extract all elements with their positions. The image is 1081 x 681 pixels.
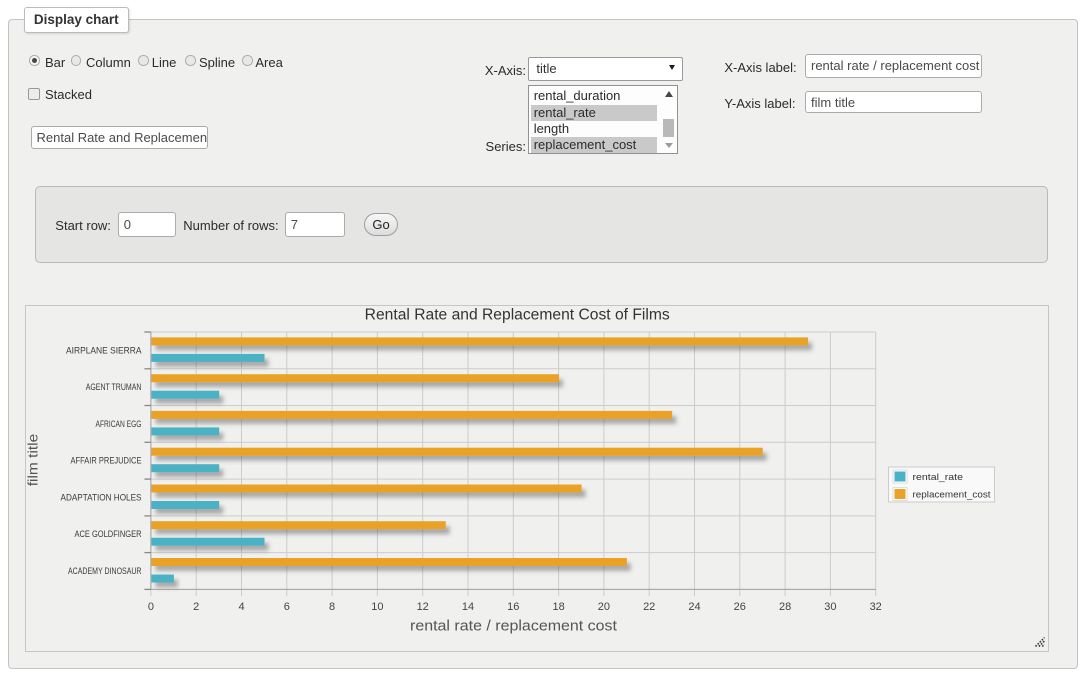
svg-text:26: 26	[733, 601, 745, 613]
svg-text:replacement_cost: replacement_cost	[912, 490, 990, 501]
svg-text:22: 22	[643, 601, 655, 613]
svg-text:18: 18	[552, 601, 564, 613]
svg-text:ADAPTATION HOLES: ADAPTATION HOLES	[60, 493, 141, 503]
svg-text:6: 6	[283, 601, 289, 613]
svg-text:ACADEMY DINOSAUR: ACADEMY DINOSAUR	[68, 566, 142, 576]
svg-text:AGENT TRUMAN: AGENT TRUMAN	[85, 382, 141, 392]
svg-text:16: 16	[507, 601, 519, 613]
svg-text:24: 24	[688, 601, 700, 613]
svg-text:rental rate / replacement cost: rental rate / replacement cost	[410, 619, 617, 635]
svg-text:30: 30	[824, 601, 836, 613]
svg-text:8: 8	[329, 601, 335, 613]
svg-text:AFRICAN EGG: AFRICAN EGG	[95, 419, 141, 429]
svg-text:Rental Rate and Replacement Co: Rental Rate and Replacement Cost of Film…	[364, 307, 669, 324]
svg-text:10: 10	[371, 601, 383, 613]
svg-text:4: 4	[238, 601, 244, 613]
svg-text:12: 12	[416, 601, 428, 613]
svg-text:AFFAIR PREJUDICE: AFFAIR PREJUDICE	[70, 456, 141, 466]
svg-text:film title: film title	[26, 434, 41, 487]
svg-text:rental_rate: rental_rate	[912, 472, 963, 483]
svg-text:0: 0	[147, 601, 153, 613]
svg-text:ACE GOLDFINGER: ACE GOLDFINGER	[74, 529, 141, 539]
svg-text:14: 14	[461, 601, 473, 613]
svg-text:2: 2	[193, 601, 199, 613]
svg-text:AIRPLANE SIERRA: AIRPLANE SIERRA	[66, 345, 142, 355]
svg-text:32: 32	[869, 601, 881, 613]
svg-text:28: 28	[778, 601, 790, 613]
svg-text:20: 20	[597, 601, 609, 613]
